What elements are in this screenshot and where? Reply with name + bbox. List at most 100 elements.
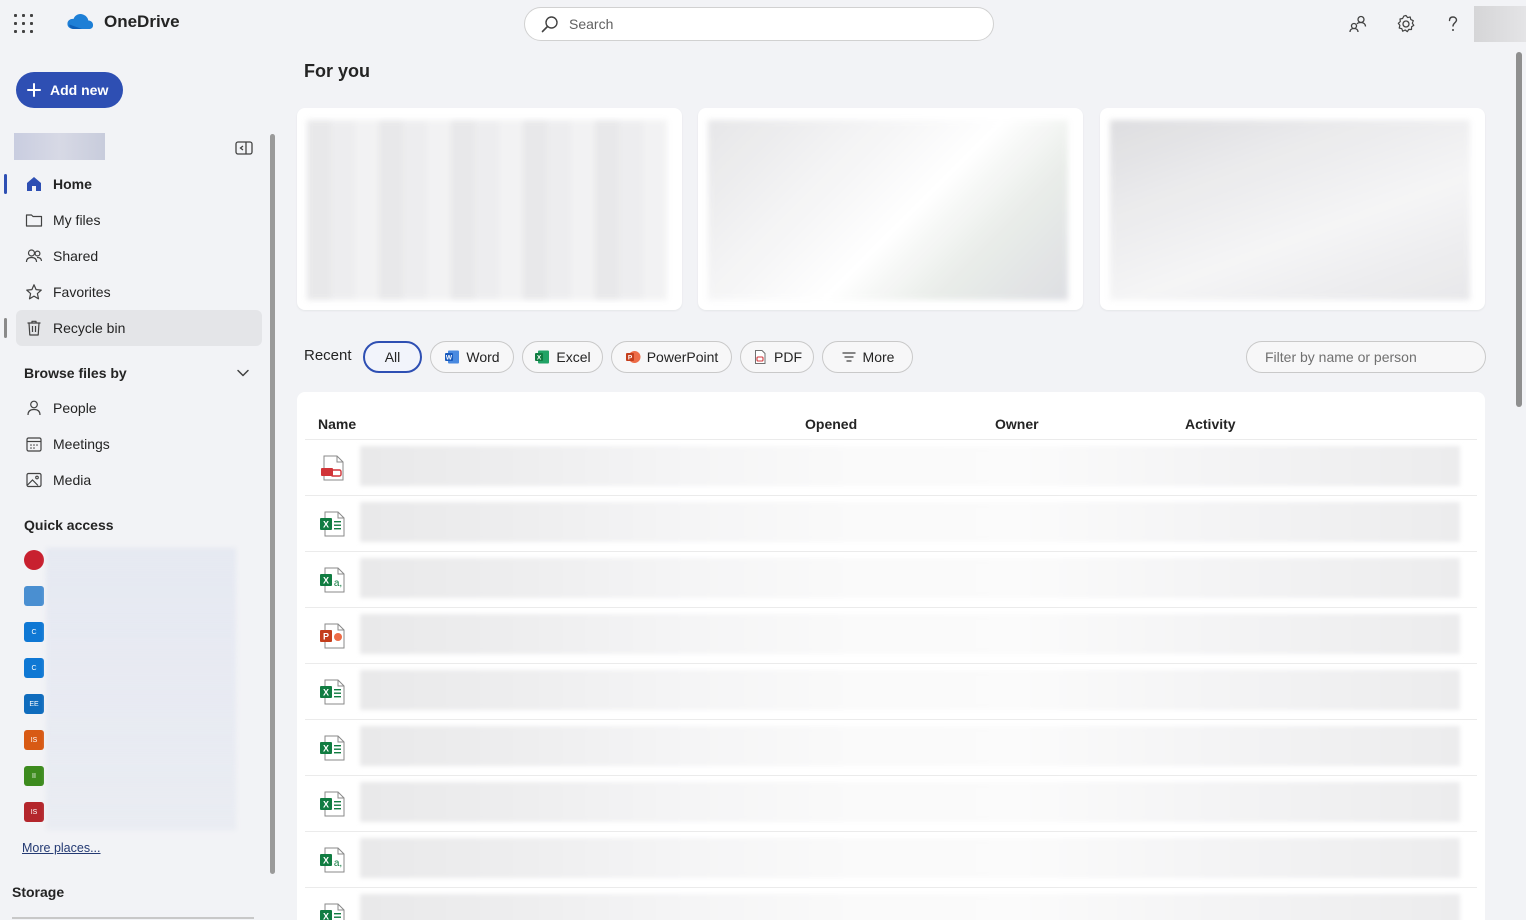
file-row[interactable]: X bbox=[305, 775, 1477, 831]
svg-text:X: X bbox=[323, 520, 329, 530]
main-scrollbar[interactable] bbox=[1516, 52, 1522, 407]
column-header-owner[interactable]: Owner bbox=[995, 416, 1039, 432]
svg-text:X: X bbox=[323, 688, 329, 698]
nav-item-label: Media bbox=[53, 472, 92, 488]
column-header-name[interactable]: Name bbox=[318, 416, 356, 432]
quick-access-site-icon[interactable] bbox=[24, 586, 44, 606]
file-row[interactable]: X bbox=[305, 887, 1477, 920]
svg-text:W: W bbox=[446, 355, 453, 362]
filter-chip-pdf[interactable]: PDF bbox=[740, 341, 814, 373]
filter-chip-excel[interactable]: X Excel bbox=[522, 341, 603, 373]
file-details-redacted bbox=[360, 502, 1460, 542]
file-thumbnail bbox=[708, 120, 1068, 300]
quick-access-site-icon[interactable]: EE bbox=[24, 694, 44, 714]
file-row[interactable]: X bbox=[305, 495, 1477, 551]
account-avatar[interactable] bbox=[1474, 6, 1526, 42]
suggested-file-card[interactable] bbox=[1100, 108, 1485, 310]
excel-file-icon: X bbox=[319, 678, 347, 706]
folder-icon bbox=[25, 214, 43, 227]
nav-scrollbar[interactable] bbox=[270, 134, 275, 874]
nav-item-people[interactable]: People bbox=[16, 390, 262, 426]
top-bar: OneDrive bbox=[0, 0, 1526, 48]
file-row[interactable] bbox=[305, 439, 1477, 495]
trash-icon bbox=[27, 320, 41, 336]
filter-lines-icon bbox=[841, 352, 856, 362]
quick-access-site-icon[interactable] bbox=[24, 550, 44, 570]
file-details-redacted bbox=[360, 446, 1460, 486]
home-icon bbox=[27, 177, 41, 191]
chip-label: PowerPoint bbox=[646, 349, 719, 365]
filter-chip-powerpoint[interactable]: P PowerPoint bbox=[611, 341, 732, 373]
settings-gear-icon[interactable] bbox=[1394, 12, 1418, 36]
help-icon[interactable] bbox=[1441, 12, 1465, 36]
image-icon bbox=[26, 472, 42, 488]
powerpoint-file-icon: P bbox=[319, 622, 347, 650]
column-header-opened[interactable]: Opened bbox=[805, 416, 857, 432]
nav-item-my-files[interactable]: My files bbox=[16, 202, 262, 238]
filter-chip-word[interactable]: W Word bbox=[430, 341, 514, 373]
nav-item-meetings[interactable]: Meetings bbox=[16, 426, 262, 462]
quick-access-site-icon[interactable]: IS bbox=[24, 730, 44, 750]
file-row[interactable]: X bbox=[305, 719, 1477, 775]
nav-item-recycle-bin[interactable]: Recycle bin bbox=[16, 310, 262, 346]
filter-chip-all[interactable]: All bbox=[363, 341, 422, 373]
nav-item-label: Favorites bbox=[53, 284, 111, 300]
svg-text:X: X bbox=[323, 576, 329, 586]
quick-access-heading: Quick access bbox=[24, 517, 114, 533]
browse-files-by-heading[interactable]: Browse files by bbox=[24, 365, 127, 381]
add-new-label: Add new bbox=[50, 82, 109, 98]
quick-access-site-icon[interactable]: C bbox=[24, 658, 44, 678]
suggested-file-card[interactable] bbox=[297, 108, 682, 310]
search-input[interactable] bbox=[569, 16, 969, 32]
excel-form-file-icon: a, X bbox=[319, 846, 347, 874]
quick-access-site-icon[interactable]: II bbox=[24, 766, 44, 786]
chip-label: All bbox=[384, 349, 401, 365]
file-details-redacted bbox=[360, 670, 1460, 710]
nav-item-favorites[interactable]: Favorites bbox=[16, 274, 262, 310]
suggested-file-card[interactable] bbox=[698, 108, 1083, 310]
more-places-link[interactable]: More places... bbox=[22, 841, 101, 855]
chip-label: Word bbox=[466, 349, 500, 365]
quick-access-site-icon[interactable]: IS bbox=[24, 802, 44, 822]
filter-by-name-input[interactable] bbox=[1265, 349, 1475, 365]
filter-by-name-box[interactable] bbox=[1246, 341, 1486, 373]
column-header-activity[interactable]: Activity bbox=[1185, 416, 1236, 432]
excel-file-icon: X bbox=[319, 902, 347, 920]
collapse-pane-icon[interactable] bbox=[235, 140, 253, 156]
file-row[interactable]: X bbox=[305, 663, 1477, 719]
app-launcher-icon[interactable] bbox=[14, 14, 34, 34]
add-new-button[interactable]: Add new bbox=[16, 72, 123, 108]
file-details-redacted bbox=[360, 726, 1460, 766]
app-title: OneDrive bbox=[104, 12, 180, 31]
nav-item-label: People bbox=[53, 400, 97, 416]
excel-icon: X bbox=[535, 350, 550, 364]
onedrive-cloud-icon bbox=[67, 14, 94, 29]
calendar-icon bbox=[26, 437, 42, 452]
nav-item-media[interactable]: Media bbox=[16, 462, 262, 498]
file-details-redacted bbox=[360, 838, 1460, 878]
recent-files-table: Name Opened Owner Activity Xa, X P X X Xa, X X bbox=[297, 392, 1485, 920]
search-icon bbox=[541, 16, 558, 33]
filter-chip-more[interactable]: More bbox=[822, 341, 913, 373]
file-details-redacted bbox=[360, 894, 1460, 920]
star-icon bbox=[26, 284, 42, 300]
nav-item-shared[interactable]: Shared bbox=[16, 238, 262, 274]
svg-text:X: X bbox=[537, 355, 542, 362]
brand[interactable]: OneDrive bbox=[66, 12, 180, 32]
search-box[interactable] bbox=[524, 7, 994, 41]
svg-text:a,: a, bbox=[334, 578, 342, 589]
storage-heading: Storage bbox=[12, 884, 65, 900]
file-row[interactable]: a, X bbox=[305, 831, 1477, 887]
nav-item-home[interactable]: Home bbox=[16, 166, 262, 202]
pdf-file-icon bbox=[319, 454, 347, 482]
selected-indicator bbox=[4, 174, 7, 194]
file-thumbnail bbox=[1110, 120, 1470, 300]
share-feedback-icon[interactable] bbox=[1346, 12, 1370, 36]
quick-access-site-icon[interactable]: C bbox=[24, 622, 44, 642]
file-row[interactable]: a, X bbox=[305, 551, 1477, 607]
chip-label: More bbox=[862, 349, 895, 365]
for-you-heading: For you bbox=[304, 61, 370, 81]
nav-item-label: My files bbox=[53, 212, 101, 228]
file-row[interactable]: P bbox=[305, 607, 1477, 663]
chevron-down-icon[interactable] bbox=[236, 366, 250, 380]
